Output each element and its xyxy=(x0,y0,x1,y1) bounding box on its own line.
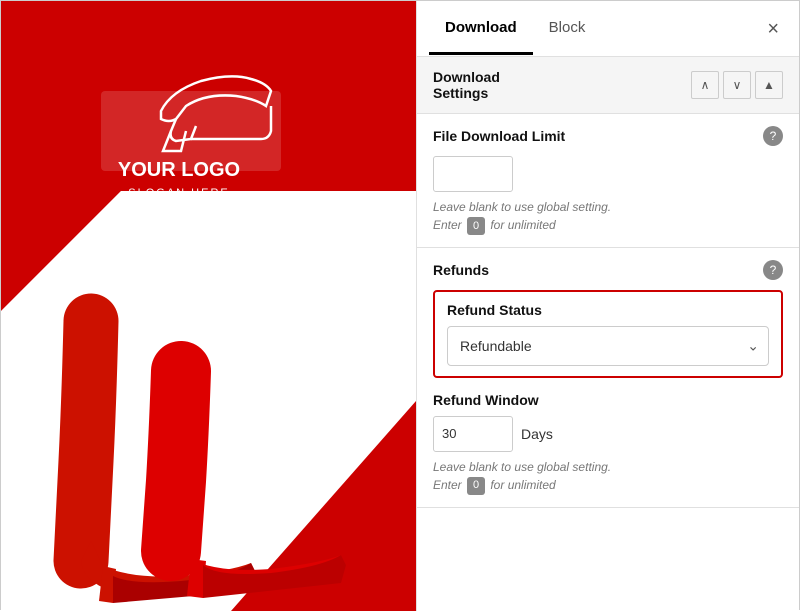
close-button[interactable]: × xyxy=(759,15,787,43)
refunds-help-icon[interactable]: ? xyxy=(763,260,783,280)
refund-status-select-wrapper: Refundable Non-Refundable ⌄ xyxy=(447,326,769,366)
file-download-limit-helper: Leave blank to use global setting. Enter… xyxy=(433,198,783,235)
tab-download[interactable]: Download xyxy=(429,3,533,55)
file-download-limit-title: File Download Limit xyxy=(433,128,565,144)
download-settings-header: DownloadSettings ∧ ∨ ▲ xyxy=(417,57,799,114)
refund-window-helper: Leave blank to use global setting. Enter… xyxy=(433,458,783,495)
file-download-limit-header: File Download Limit ? xyxy=(433,126,783,146)
file-download-limit-help-icon[interactable]: ? xyxy=(763,126,783,146)
file-download-limit-input[interactable] xyxy=(433,156,513,192)
days-label: Days xyxy=(521,426,553,442)
refund-window-row: Days xyxy=(433,416,783,452)
svg-text:YOUR LOGO: YOUR LOGO xyxy=(118,159,240,181)
refund-status-select[interactable]: Refundable Non-Refundable xyxy=(447,326,769,366)
tab-block[interactable]: Block xyxy=(533,3,602,55)
refund-status-label: Refund Status xyxy=(447,302,769,318)
refunds-header: Refunds ? xyxy=(433,260,783,280)
product-preview-panel: YOUR LOGO SLOGAN HERE xyxy=(1,1,416,611)
collapse-up-button[interactable]: ∧ xyxy=(691,71,719,99)
tab-bar: Download Block × xyxy=(417,1,799,57)
move-up-button[interactable]: ▲ xyxy=(755,71,783,99)
collapse-down-button[interactable]: ∨ xyxy=(723,71,751,99)
refund-window-title: Refund Window xyxy=(433,392,783,408)
settings-panel: Download Block × DownloadSettings ∧ ∨ ▲ … xyxy=(416,1,799,611)
zero-badge: 0 xyxy=(467,217,485,235)
section-title: DownloadSettings xyxy=(433,69,691,101)
refund-window-container: Refund Window Days Leave blank to use gl… xyxy=(433,392,783,495)
refunds-section: Refunds ? Refund Status Refundable Non-R… xyxy=(417,248,799,508)
refund-status-box: Refund Status Refundable Non-Refundable … xyxy=(433,290,783,378)
refund-window-input[interactable] xyxy=(433,416,513,452)
section-controls: ∧ ∨ ▲ xyxy=(691,71,783,99)
file-download-limit-section: File Download Limit ? Leave blank to use… xyxy=(417,114,799,248)
content-area: File Download Limit ? Leave blank to use… xyxy=(417,114,799,508)
zero-badge-2: 0 xyxy=(467,477,485,495)
refunds-title: Refunds xyxy=(433,262,489,278)
